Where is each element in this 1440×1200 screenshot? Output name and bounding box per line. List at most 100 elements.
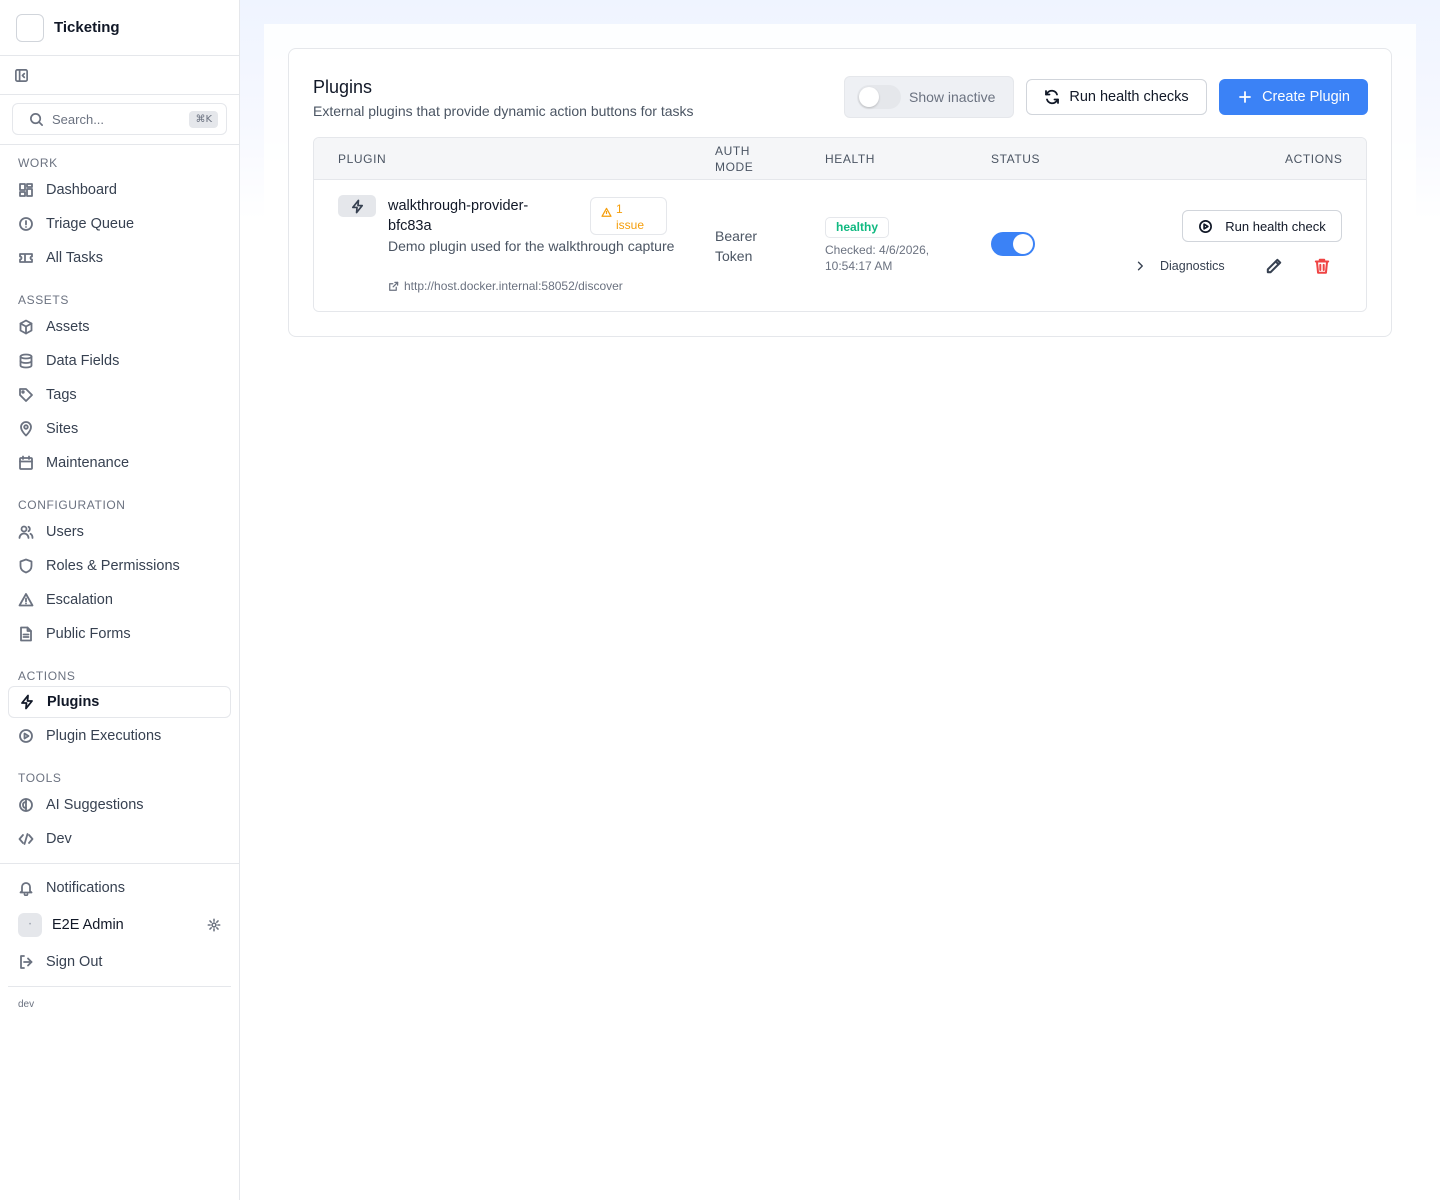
plus-icon — [1239, 91, 1251, 103]
sidebar-item-label: AI Suggestions — [46, 797, 144, 813]
warning-triangle-icon — [18, 593, 34, 607]
plugin-name[interactable]: walkthrough-provider-bfc83a — [388, 196, 568, 236]
sidebar-item-users[interactable]: Users — [0, 515, 239, 549]
collapse-row — [0, 56, 239, 95]
avatar: • — [18, 913, 42, 937]
sidebar: Ticketing Search... ⌘K WORK Dashboard Tr… — [0, 0, 240, 1200]
sidebar-item-label: Dev — [46, 831, 72, 847]
diagnostics-toggle[interactable]: Diagnostics — [1134, 256, 1225, 276]
main-content: Plugins External plugins that provide dy… — [240, 0, 1440, 1200]
sidebar-item-label: Escalation — [46, 592, 113, 608]
user-name: E2E Admin — [52, 917, 124, 933]
page-subtitle: External plugins that provide dynamic ac… — [313, 103, 694, 119]
brain-icon — [19, 798, 33, 812]
zap-icon — [351, 199, 363, 213]
auth-mode: Bearer Token — [715, 228, 758, 264]
dashboard-icon — [19, 183, 33, 197]
sidebar-item-label: Tags — [46, 387, 77, 403]
sidebar-item-dev[interactable]: Dev — [0, 822, 239, 856]
section-label-configuration: CONFIGURATION — [18, 498, 126, 512]
sidebar-item-label: Assets — [46, 319, 90, 335]
sidebar-item-all-tasks[interactable]: All Tasks — [0, 241, 239, 275]
sidebar-item-sites[interactable]: Sites — [0, 412, 239, 446]
show-inactive-label: Show inactive — [909, 89, 996, 105]
external-link-icon — [389, 281, 399, 291]
plugin-description: Demo plugin used for the walkthrough cap… — [388, 238, 675, 254]
sidebar-item-assets[interactable]: Assets — [0, 310, 239, 344]
page-title: Plugins — [313, 77, 373, 97]
column-header-actions: ACTIONS — [1285, 152, 1343, 166]
app-title: Ticketing — [54, 19, 120, 36]
sidebar-item-plugin-executions[interactable]: Plugin Executions — [0, 719, 239, 753]
sidebar-item-public-forms[interactable]: Public Forms — [0, 617, 239, 651]
app-logo — [16, 13, 44, 42]
search-placeholder: Search... — [52, 111, 105, 127]
issue-word: issue — [616, 218, 645, 232]
diagnostics-label: Diagnostics — [1160, 259, 1225, 273]
warning-triangle-icon — [601, 207, 612, 217]
column-header-auth-mode-line2: MODE — [715, 160, 754, 174]
sidebar-item-label: Plugins — [47, 694, 100, 710]
column-header-health: HEALTH — [825, 152, 876, 166]
show-inactive-toggle[interactable]: Show inactive — [844, 76, 1014, 118]
sidebar-item-roles-permissions[interactable]: Roles & Permissions — [0, 549, 239, 583]
sidebar-item-label: Maintenance — [46, 455, 130, 471]
run-health-check-button[interactable]: Run health check — [1182, 210, 1342, 242]
search-input[interactable]: Search... ⌘K — [12, 103, 227, 135]
run-health-check-label: Run health check — [1225, 218, 1326, 234]
sidebar-item-label: Triage Queue — [46, 216, 135, 232]
sidebar-item-plugins[interactable]: Plugins — [8, 686, 231, 718]
sidebar-collapse-icon[interactable] — [14, 68, 29, 83]
sidebar-item-maintenance[interactable]: Maintenance — [0, 446, 239, 480]
issue-count: 1 — [616, 202, 623, 216]
plugin-url[interactable]: http://host.docker.internal:58052/discov… — [388, 279, 623, 293]
user-profile[interactable]: • E2E Admin — [0, 905, 239, 945]
health-checked-time: Checked: 4/6/2026, 10:54:17 AM — [825, 243, 930, 273]
refresh-icon — [1045, 89, 1060, 105]
play-circle-icon — [19, 729, 33, 743]
create-plugin-button[interactable]: Create Plugin — [1219, 79, 1368, 115]
gear-icon[interactable] — [207, 918, 221, 932]
sidebar-item-data-fields[interactable]: Data Fields — [0, 344, 239, 378]
section-label-tools: TOOLS — [18, 771, 62, 785]
zap-icon — [21, 694, 33, 710]
status-toggle[interactable] — [991, 232, 1035, 256]
sidebar-item-notifications[interactable]: Notifications — [0, 871, 239, 905]
shield-icon — [19, 558, 33, 574]
column-header-auth-mode: AUTH MODE — [715, 143, 753, 175]
sign-out-button[interactable]: Sign Out — [0, 945, 239, 979]
sidebar-item-dashboard[interactable]: Dashboard — [0, 173, 239, 207]
app-version: dev — [18, 999, 35, 1010]
brand: Ticketing — [0, 0, 239, 56]
plugins-card: Plugins External plugins that provide dy… — [288, 48, 1392, 337]
file-text-icon — [20, 626, 32, 642]
sidebar-item-escalation[interactable]: Escalation — [0, 583, 239, 617]
table-row: walkthrough-provider-bfc83a 1 issue Demo … — [314, 180, 1366, 311]
issue-badge[interactable]: 1 issue — [590, 197, 667, 235]
run-health-checks-label: Run health checks — [1069, 89, 1189, 105]
section-label-assets: ASSETS — [18, 293, 69, 307]
column-header-status: STATUS — [991, 152, 1041, 166]
sidebar-item-label: Roles & Permissions — [46, 558, 180, 574]
sidebar-item-label: Sites — [46, 421, 79, 437]
section-label-work: WORK — [18, 156, 58, 170]
calendar-icon — [19, 455, 33, 470]
sidebar-item-label: Data Fields — [46, 353, 120, 369]
sidebar-item-ai-suggestions[interactable]: AI Suggestions — [0, 788, 239, 822]
column-header-auth-mode-line1: AUTH — [715, 144, 751, 158]
tag-icon — [19, 388, 33, 402]
edit-icon[interactable] — [1265, 257, 1283, 275]
database-icon — [19, 353, 33, 369]
plugin-type-icon — [338, 195, 376, 217]
sidebar-item-label: Users — [46, 524, 84, 540]
sidebar-item-label: Dashboard — [46, 182, 117, 198]
sidebar-item-triage-queue[interactable]: Triage Queue — [0, 207, 239, 241]
sidebar-item-label: Public Forms — [46, 626, 131, 642]
ticket-icon — [19, 253, 33, 263]
sidebar-item-tags[interactable]: Tags — [0, 378, 239, 412]
trash-icon[interactable] — [1313, 257, 1331, 275]
column-header-plugin: PLUGIN — [338, 152, 387, 166]
play-circle-icon — [1199, 219, 1213, 233]
show-inactive-switch[interactable] — [857, 85, 901, 109]
run-health-checks-button[interactable]: Run health checks — [1026, 79, 1207, 115]
